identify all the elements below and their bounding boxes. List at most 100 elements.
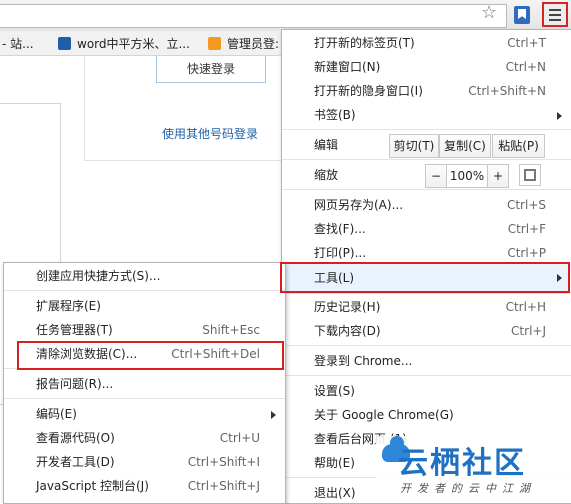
menu-item-label: 创建应用快捷方式(S)... xyxy=(36,269,161,283)
bookmark-manager-icon[interactable] xyxy=(514,6,530,24)
menu-item-label: 网页另存为(A)... xyxy=(314,198,404,212)
menu-item-shortcut: Ctrl+Shift+I xyxy=(187,455,260,469)
menu-item-task-manager[interactable]: 任务管理器(T) Shift+Esc xyxy=(4,319,285,341)
menu-item-save-page[interactable]: 网页另存为(A)... Ctrl+S xyxy=(282,194,571,216)
menu-item-label: 工具(L) xyxy=(314,271,355,285)
menu-divider xyxy=(4,398,285,399)
menu-item-label: 任务管理器(T) xyxy=(36,323,113,337)
menu-item-shortcut: Ctrl+F xyxy=(507,222,546,236)
menu-item-developer-tools[interactable]: 开发者工具(D) Ctrl+Shift+I xyxy=(4,451,285,473)
menu-item-tools[interactable]: 工具(L) xyxy=(282,264,571,292)
menu-item-shortcut: Ctrl+T xyxy=(507,36,546,50)
other-login-link[interactable]: 使用其他号码登录 xyxy=(162,125,258,142)
zoom-in-button[interactable]: + xyxy=(487,164,509,188)
menu-item-label: JavaScript 控制台(J) xyxy=(36,479,149,493)
watermark: 云栖社区 开发者的云中江湖 xyxy=(376,436,571,502)
wps-icon xyxy=(58,37,71,50)
chrome-menu-button[interactable] xyxy=(542,2,568,27)
menu-item-history[interactable]: 历史记录(H) Ctrl+H xyxy=(282,296,571,318)
menu-item-label: 报告问题(R)... xyxy=(36,377,114,391)
menu-item-find[interactable]: 查找(F)... Ctrl+F xyxy=(282,218,571,240)
cut-button[interactable]: 剪切(T) xyxy=(389,134,439,158)
browser-toolbar: ☆ xyxy=(0,0,571,32)
menu-item-label: 书签(B) xyxy=(314,108,356,122)
menu-item-label: 设置(S) xyxy=(314,384,355,398)
bookmark-label: - 站... xyxy=(2,37,34,51)
zoom-out-button[interactable]: − xyxy=(425,164,447,188)
fullscreen-icon[interactable] xyxy=(519,164,541,186)
menu-item-shortcut: Ctrl+H xyxy=(505,300,546,314)
menu-divider xyxy=(282,293,571,294)
quick-login-button[interactable]: 快速登录 xyxy=(156,56,266,83)
menu-item-js-console[interactable]: JavaScript 控制台(J) Ctrl+Shift+J xyxy=(4,475,285,497)
menu-row-edit: 编辑 剪切(T) 复制(C) 粘贴(P) xyxy=(282,134,571,158)
menu-item-incognito[interactable]: 打开新的隐身窗口(I) Ctrl+Shift+N xyxy=(282,80,571,102)
menu-item-label: 查看源代码(O) xyxy=(36,431,115,445)
hamburger-icon xyxy=(549,9,561,11)
menu-divider xyxy=(282,189,571,190)
bookmark-label: 管理员登: xyxy=(227,37,280,51)
chevron-right-icon xyxy=(557,274,562,282)
menu-item-shortcut: Ctrl+N xyxy=(505,60,546,74)
menu-item-shortcut: Ctrl+P xyxy=(507,246,546,260)
menu-divider xyxy=(282,129,571,130)
menu-item-create-shortcuts[interactable]: 创建应用快捷方式(S)... xyxy=(4,265,285,287)
menu-divider xyxy=(282,345,571,346)
menu-item-label: 编辑 xyxy=(314,138,339,152)
menu-item-label: 打印(P)... xyxy=(314,246,367,260)
paste-button[interactable]: 粘贴(P) xyxy=(492,134,545,158)
menu-item-view-source[interactable]: 查看源代码(O) Ctrl+U xyxy=(4,427,285,449)
menu-item-downloads[interactable]: 下载内容(D) Ctrl+J xyxy=(282,320,571,342)
bookmark-item[interactable]: 管理员登: xyxy=(208,35,279,52)
menu-item-new-tab[interactable]: 打开新的标签页(T) Ctrl+T xyxy=(282,32,571,54)
menu-item-label: 登录到 Chrome... xyxy=(314,354,413,368)
menu-item-new-window[interactable]: 新建窗口(N) Ctrl+N xyxy=(282,56,571,78)
menu-item-clear-browsing-data[interactable]: 清除浏览数据(C)... Ctrl+Shift+Del xyxy=(4,343,285,365)
bookmark-item[interactable]: - 站... xyxy=(2,35,34,52)
menu-item-label: 新建窗口(N) xyxy=(314,60,381,74)
menu-divider xyxy=(4,290,285,291)
menu-item-encoding[interactable]: 编码(E) xyxy=(4,403,285,425)
menu-item-shortcut: Shift+Esc xyxy=(202,323,260,337)
menu-item-label: 查找(F)... xyxy=(314,222,366,236)
chrome-main-menu: 打开新的标签页(T) Ctrl+T 新建窗口(N) Ctrl+N 打开新的隐身窗… xyxy=(281,29,571,504)
menu-item-label: 打开新的隐身窗口(I) xyxy=(314,84,423,98)
menu-item-shortcut: Ctrl+Shift+N xyxy=(468,84,546,98)
menu-divider xyxy=(282,159,571,160)
menu-item-signin[interactable]: 登录到 Chrome... xyxy=(282,350,571,372)
menu-divider xyxy=(4,368,285,369)
bookmark-label: word中平方米、立... xyxy=(77,37,190,51)
menu-item-label: 缩放 xyxy=(314,168,339,182)
menu-item-label: 下载内容(D) xyxy=(314,324,381,338)
menu-item-shortcut: Ctrl+S xyxy=(506,198,546,212)
admin-icon xyxy=(208,37,221,50)
address-bar[interactable] xyxy=(0,4,507,28)
menu-item-label: 扩展程序(E) xyxy=(36,299,101,313)
tools-submenu: 创建应用快捷方式(S)... 扩展程序(E) 任务管理器(T) Shift+Es… xyxy=(3,262,286,504)
menu-item-label: 关于 Google Chrome(G) xyxy=(314,408,454,422)
menu-item-label: 历史记录(H) xyxy=(314,300,381,314)
bookmark-item[interactable]: word中平方米、立... xyxy=(58,35,190,52)
menu-item-shortcut: Ctrl+Shift+J xyxy=(187,479,260,493)
menu-item-extensions[interactable]: 扩展程序(E) xyxy=(4,295,285,317)
menu-item-label: 帮助(E) xyxy=(314,456,355,470)
menu-item-label: 清除浏览数据(C)... xyxy=(36,347,138,361)
menu-item-shortcut: Ctrl+Shift+Del xyxy=(171,347,260,361)
chevron-right-icon xyxy=(557,112,562,120)
bookmark-star-icon[interactable]: ☆ xyxy=(481,2,497,23)
menu-item-shortcut: Ctrl+U xyxy=(219,431,260,445)
menu-item-label: 打开新的标签页(T) xyxy=(314,36,415,50)
menu-item-bookmarks[interactable]: 书签(B) xyxy=(282,104,571,126)
watermark-title: 云栖社区 xyxy=(398,446,526,481)
menu-item-report-issue[interactable]: 报告问题(R)... xyxy=(4,373,285,395)
chevron-right-icon xyxy=(271,411,276,419)
menu-item-print[interactable]: 打印(P)... Ctrl+P xyxy=(282,242,571,264)
menu-item-label: 退出(X) xyxy=(314,486,356,500)
menu-item-label: 开发者工具(D) xyxy=(36,455,115,469)
copy-button[interactable]: 复制(C) xyxy=(439,134,491,158)
menu-row-zoom: 缩放 − 100% + xyxy=(282,164,571,188)
zoom-level: 100% xyxy=(446,164,488,188)
menu-item-about[interactable]: 关于 Google Chrome(G) xyxy=(282,404,571,426)
watermark-subtitle: 开发者的云中江湖 xyxy=(400,482,536,495)
menu-item-settings[interactable]: 设置(S) xyxy=(282,380,571,402)
